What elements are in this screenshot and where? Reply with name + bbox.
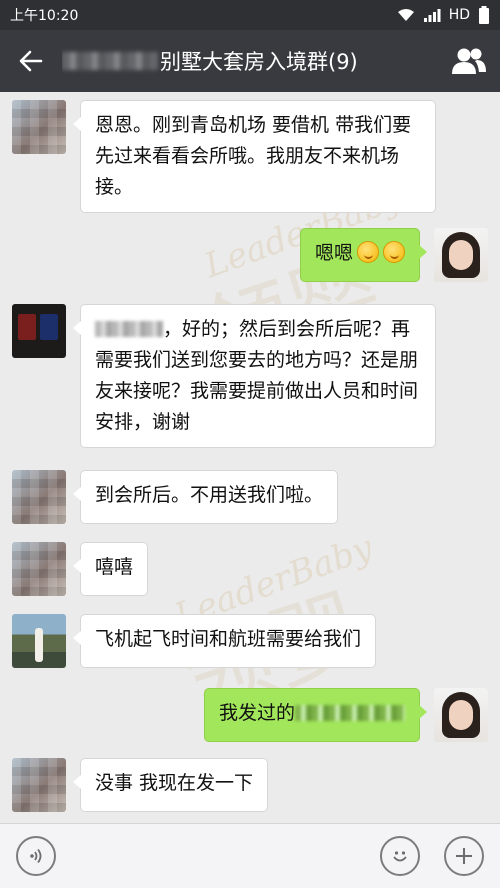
- message-bubble[interactable]: ，好的；然后到会所后呢？再需要我们送到您要去的地方吗？还是朋友来接呢？我需要提前…: [73, 304, 436, 448]
- message-text: 没事 我现在发一下: [95, 772, 254, 794]
- more-options-button[interactable]: [444, 836, 484, 876]
- message-row: 到会所后。不用送我们啦。: [12, 470, 339, 524]
- signal-icon: [423, 9, 441, 22]
- avatar[interactable]: [12, 470, 66, 524]
- message-text: 到会所后。不用送我们啦。: [95, 484, 324, 506]
- avatar[interactable]: [12, 614, 66, 668]
- avatar[interactable]: [12, 758, 66, 812]
- plus-icon: [456, 848, 472, 864]
- blurred-mention: [295, 705, 405, 721]
- voice-icon: [30, 848, 42, 864]
- battery-icon: [479, 6, 489, 24]
- message-bubble[interactable]: 嗯嗯: [299, 228, 428, 282]
- back-arrow-icon: [19, 50, 43, 72]
- network-label: HD: [448, 7, 470, 23]
- message-text: 我发过的: [218, 702, 295, 724]
- message-row: 没事 我现在发一下: [12, 758, 269, 812]
- group-members-icon: [452, 48, 486, 74]
- group-name: 别墅大套房入境群(9): [160, 50, 358, 74]
- status-icons: HD: [397, 6, 490, 24]
- avatar[interactable]: [12, 542, 66, 596]
- message-row: 嗯嗯: [299, 228, 488, 282]
- voice-input-button[interactable]: [16, 836, 56, 876]
- back-button[interactable]: [0, 30, 62, 92]
- message-text: 飞机起飞时间和航班需要给我们: [95, 628, 362, 650]
- status-bar: 上午10:20 HD: [0, 0, 500, 30]
- smiley-icon: [393, 851, 407, 862]
- group-info-button[interactable]: [438, 30, 500, 92]
- avatar[interactable]: [12, 100, 66, 154]
- emoji-button[interactable]: [380, 836, 420, 876]
- message-text: 嗯嗯: [314, 242, 353, 264]
- message-text: 嘻嘻: [95, 556, 134, 578]
- message-row: 我发过的: [203, 688, 488, 742]
- message-bubble[interactable]: 恩恩。刚到青岛机场 要借机 带我们要先过来看看会所哦。我朋友不来机场接。: [73, 100, 436, 213]
- blurred-mention: [95, 321, 163, 337]
- input-right-buttons: [380, 836, 484, 876]
- message-bubble[interactable]: 嘻嘻: [72, 542, 149, 596]
- message-bubble[interactable]: 没事 我现在发一下: [72, 758, 269, 812]
- chat-message-list[interactable]: LeaderBaby 领婴 LeaderBaby 领婴 恩恩。刚到青岛机场 要借…: [0, 92, 500, 823]
- wifi-icon: [397, 9, 414, 21]
- message-bubble[interactable]: 到会所后。不用送我们啦。: [72, 470, 339, 524]
- avatar[interactable]: [12, 304, 66, 358]
- avatar[interactable]: [434, 688, 488, 742]
- input-toolbar: [0, 823, 500, 888]
- smile-emoji-icon: [357, 241, 379, 263]
- avatar[interactable]: [434, 228, 488, 282]
- blurred-title-prefix: [62, 52, 158, 70]
- message-text: 恩恩。刚到青岛机场 要借机 带我们要先过来看看会所哦。我朋友不来机场接。: [95, 114, 412, 198]
- message-bubble[interactable]: 我发过的: [203, 688, 428, 742]
- chat-title: 别墅大套房入境群(9): [62, 46, 438, 76]
- message-row: 嘻嘻: [12, 542, 149, 596]
- message-row: 恩恩。刚到青岛机场 要借机 带我们要先过来看看会所哦。我朋友不来机场接。: [12, 100, 436, 213]
- message-bubble[interactable]: 飞机起飞时间和航班需要给我们: [72, 614, 377, 668]
- chat-header: 别墅大套房入境群(9): [0, 30, 500, 92]
- message-row: 飞机起飞时间和航班需要给我们: [12, 614, 377, 668]
- status-time: 上午10:20: [10, 8, 79, 24]
- smile-emoji-icon: [383, 241, 405, 263]
- message-row: ，好的；然后到会所后呢？再需要我们送到您要去的地方吗？还是朋友来接呢？我需要提前…: [12, 304, 436, 448]
